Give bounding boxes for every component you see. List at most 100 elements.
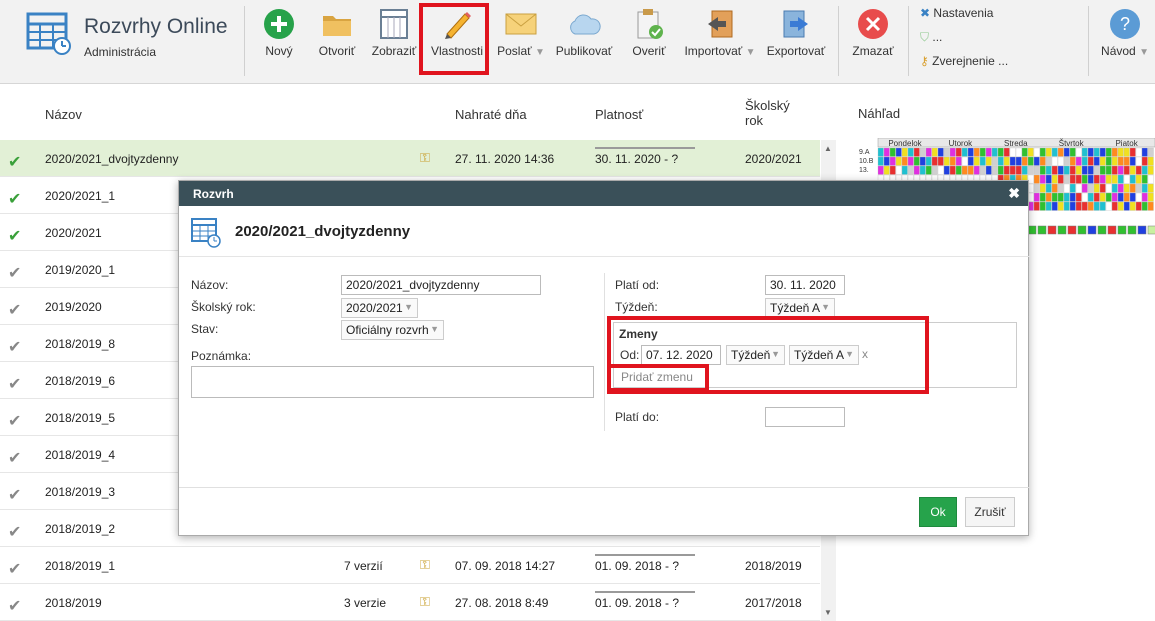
changes-from-input[interactable]: 07. 12. 2020 <box>641 345 721 365</box>
add-change-link[interactable]: Pridať zmenu <box>621 370 693 384</box>
valid-from-input[interactable]: 30. 11. 2020 <box>765 275 845 295</box>
cloud-icon <box>555 8 613 40</box>
preview-cell <box>1081 183 1088 193</box>
valid-to-input[interactable] <box>765 407 845 427</box>
status-select[interactable]: Oficiálny rozvrh ▼ <box>341 320 444 340</box>
col-uploaded-header[interactable]: Nahraté dňa <box>455 107 527 122</box>
export-button[interactable]: Exportovať <box>764 8 828 58</box>
help-button-label: Návod ▼ <box>1101 44 1149 58</box>
preview-cell <box>985 165 992 175</box>
preview-cell <box>883 147 890 157</box>
preview-cell <box>1147 183 1154 193</box>
preview-cell <box>1039 192 1046 202</box>
preview-cell <box>1093 156 1100 166</box>
preview-cell <box>1051 156 1058 166</box>
preview-cell <box>1147 174 1154 184</box>
remove-change-icon[interactable]: x <box>862 347 868 361</box>
changes-week-select[interactable]: Týždeň A ▼ <box>789 345 859 365</box>
preview-cell <box>1087 165 1094 175</box>
dots-menu-item[interactable]: ⛉ ... <box>920 30 942 45</box>
preview-cell <box>1051 192 1058 202</box>
preview-cell <box>1099 165 1106 175</box>
preview-cell <box>1141 192 1148 202</box>
preview-cell <box>1075 201 1082 211</box>
preview-cell <box>1045 192 1052 202</box>
scroll-up-icon[interactable]: ▲ <box>824 144 832 153</box>
preview-cell <box>925 165 932 175</box>
row-name: 2018/2019_8 <box>45 337 116 351</box>
publish-button[interactable]: Publikovať <box>555 8 613 58</box>
preview-cell <box>1039 183 1046 193</box>
preview-cell <box>1087 192 1094 202</box>
preview-cell <box>1039 156 1046 166</box>
preview-cell <box>931 147 938 157</box>
dialog-header: Rozvrh ✖ <box>179 181 1028 206</box>
preview-cell <box>1063 174 1070 184</box>
verify-button[interactable]: Overiť <box>630 8 668 58</box>
help-button[interactable]: ? Návod ▼ <box>1098 8 1152 58</box>
scroll-down-icon[interactable]: ▼ <box>824 608 832 617</box>
col-name-header[interactable]: Názov <box>45 107 82 122</box>
col-year-header[interactable]: Školský rok <box>745 98 805 128</box>
preview-cell <box>1057 201 1064 211</box>
row-uploaded: 07. 09. 2018 14:27 <box>455 559 556 573</box>
preview-cell <box>1081 192 1088 202</box>
preview-cell <box>1129 165 1136 175</box>
preview-cell <box>1129 183 1136 193</box>
preview-cell <box>1009 156 1016 166</box>
cancel-button[interactable]: Zrušiť <box>965 497 1015 527</box>
show-button[interactable]: Zobraziť <box>370 8 418 58</box>
preview-cell <box>1045 201 1052 211</box>
preview-cell <box>1087 147 1094 157</box>
preview-cell <box>973 156 980 166</box>
import-button[interactable]: Importovať ▼ <box>684 8 756 58</box>
preview-cell <box>1105 201 1112 211</box>
col-validity-header[interactable]: Platnosť <box>595 107 643 122</box>
preview-cell <box>1069 156 1076 166</box>
preview-cell <box>1069 201 1076 211</box>
preview-cell <box>895 165 902 175</box>
preview-cell <box>1117 174 1124 184</box>
preview-cell <box>961 156 968 166</box>
settings-menu-item[interactable]: ✖ Nastavenia <box>920 6 993 20</box>
preview-cell <box>1051 201 1058 211</box>
preview-class-label: 10.B <box>859 158 874 165</box>
properties-button-label: Vlastnosti <box>430 44 484 58</box>
plus-icon <box>260 8 298 40</box>
preview-cell <box>901 165 908 175</box>
preview-cell <box>1117 201 1124 211</box>
preview-cell <box>991 147 998 157</box>
delete-button[interactable]: Zmazať <box>850 8 896 58</box>
name-input[interactable]: 2020/2021_dvojtyzdenny <box>341 275 541 295</box>
preview-cell <box>1111 165 1118 175</box>
changes-from-label: Od: <box>620 348 640 362</box>
preview-cell <box>1027 147 1034 157</box>
preview-cell <box>1003 156 1010 166</box>
open-button[interactable]: Otvoriť <box>313 8 361 58</box>
note-label: Poznámka: <box>191 349 252 363</box>
year-select[interactable]: 2020/2021 ▼ <box>341 298 418 318</box>
week-select[interactable]: Týždeň A ▼ <box>765 298 835 318</box>
new-button[interactable]: Nový <box>260 8 298 58</box>
check-icon: ✔ <box>8 450 22 467</box>
preview-cell <box>1069 183 1076 193</box>
new-button-label: Nový <box>265 44 293 58</box>
divider <box>604 273 605 431</box>
table-row[interactable]: ✔ 2018/2019 3 verzie ⚿ 27. 08. 2018 8:49 01. … <box>0 584 820 621</box>
changes-type-select[interactable]: Týždeň ▼ <box>726 345 785 365</box>
publishing-menu-item[interactable]: ⚷ Zverejnenie ... <box>920 54 1008 68</box>
row-year: 2020/2021 <box>745 152 802 166</box>
preview-cell <box>907 156 914 166</box>
preview-legend-swatch <box>1037 225 1047 235</box>
properties-button[interactable]: Vlastnosti <box>428 8 486 58</box>
preview-cell <box>925 156 932 166</box>
send-button[interactable]: Poslať ▼ <box>495 8 547 58</box>
preview-cell <box>877 165 884 175</box>
close-icon[interactable]: ✖ <box>1008 185 1020 202</box>
ok-button[interactable]: Ok <box>919 497 957 527</box>
preview-cell <box>1057 183 1064 193</box>
table-row[interactable]: ✔ 2020/2021_dvojtyzdenny ⚿ 27. 11. 2020 14:… <box>0 140 820 177</box>
note-textarea[interactable] <box>191 366 594 398</box>
preview-cell <box>943 156 950 166</box>
table-row[interactable]: ✔ 2018/2019_1 7 verzií ⚿ 07. 09. 2018 14:27 0… <box>0 547 820 584</box>
